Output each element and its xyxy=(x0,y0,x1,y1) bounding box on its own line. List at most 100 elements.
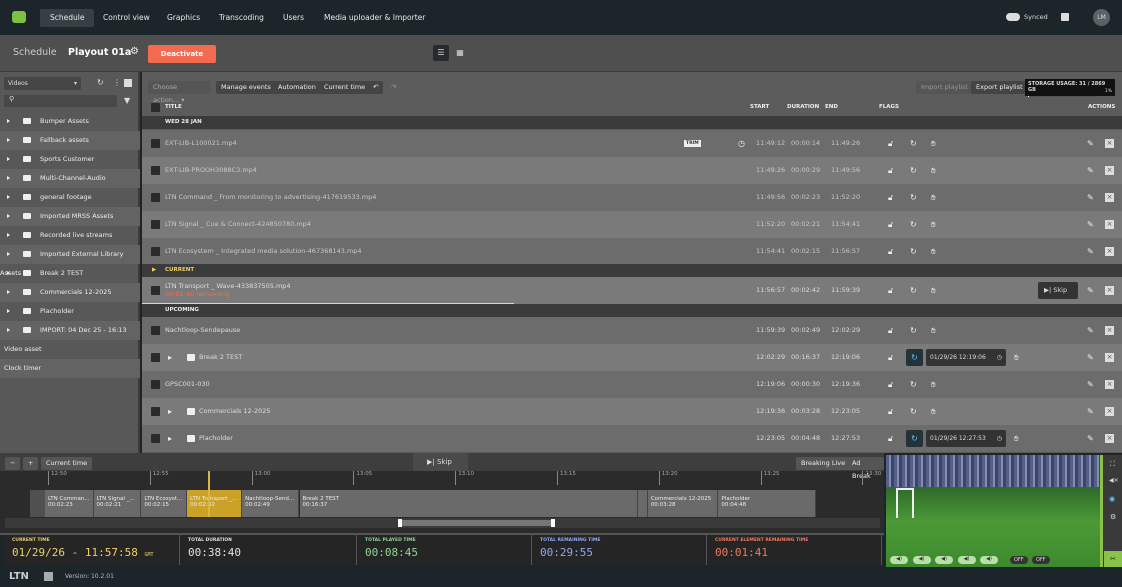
timeline-block[interactable]: Placholder 00:04:48 xyxy=(718,490,817,517)
edit-pencil-icon[interactable]: ✎ xyxy=(1087,130,1094,157)
timeline-block[interactable]: LTN Transport _... 00:02:42 xyxy=(187,490,243,517)
edit-pencil-icon[interactable]: ✎ xyxy=(1087,157,1094,184)
lock-open-icon[interactable]: 🔓︎ xyxy=(888,425,893,452)
timeline-block[interactable]: LTN Signal _... 00:02:21 xyxy=(93,490,142,517)
mute-icon[interactable]: ◀× xyxy=(1109,477,1119,484)
app-logo[interactable] xyxy=(12,11,26,23)
visibility-icon[interactable]: ◉ xyxy=(1109,495,1115,503)
hand-hold-icon[interactable]: ✋︎ xyxy=(931,238,936,265)
edit-pencil-icon[interactable]: ✎ xyxy=(1087,277,1094,304)
edit-pencil-icon[interactable]: ✎ xyxy=(1087,238,1094,265)
sidebar-folder[interactable]: Commercials 12-2025 xyxy=(0,283,140,302)
avatar[interactable]: LM xyxy=(1093,9,1110,26)
automation-button[interactable]: Automation xyxy=(273,81,321,94)
skip-button[interactable]: ▶| Skip xyxy=(1038,282,1078,299)
delete-icon[interactable]: × xyxy=(1105,193,1114,202)
loop-icon[interactable]: ↻ xyxy=(910,398,917,425)
delete-icon[interactable]: × xyxy=(1105,353,1114,362)
schedule-row[interactable]: GPSC001-030 12:19:06 00:00:30 12:19:36 🔓︎… xyxy=(142,371,1122,398)
audio-channel-icon[interactable]: ◀) xyxy=(957,556,976,564)
nav-tab[interactable]: Transcoding xyxy=(209,9,274,27)
deactivate-button[interactable]: Deactivate xyxy=(148,45,216,63)
schedule-row[interactable]: ▸ Break 2 TEST 12:02:29 00:16:37 12:19:06 … xyxy=(142,344,1122,371)
sidebar-folder[interactable]: Imported External Library Assets xyxy=(0,245,140,277)
audio-off-2[interactable]: OFF xyxy=(1032,556,1050,564)
loop-icon[interactable]: ↻ xyxy=(910,371,917,398)
schedule-row[interactable]: ▸ Placholder 12:23:05 00:04:48 12:27:53 🔓︎… xyxy=(142,425,1122,452)
row-checkbox[interactable] xyxy=(151,380,160,389)
loop-icon[interactable]: ↻ xyxy=(906,349,923,366)
scheduled-time-input[interactable]: 01/29/26 12:19:06 ◷ xyxy=(926,349,1006,366)
schedule-row[interactable]: LTN Signal _ Cue & Connect-424850780.mp4… xyxy=(142,211,1122,238)
edit-pencil-icon[interactable]: ✎ xyxy=(1087,398,1094,425)
schedule-row[interactable]: LTN Command _ From monitoring to adverti… xyxy=(142,184,1122,211)
edit-pencil-icon[interactable]: ✎ xyxy=(1087,317,1094,344)
hand-hold-icon[interactable]: ✋︎ xyxy=(1014,425,1019,452)
timeline-block[interactable]: LTN Comman... 00:02:23 xyxy=(45,490,94,517)
loop-icon[interactable]: ↻ xyxy=(910,157,917,184)
schedule-row[interactable]: Nachtloop-Sendepause 11:59:39 00:02:49 12… xyxy=(142,317,1122,344)
zoom-in-button[interactable]: + xyxy=(23,457,39,470)
expand-arrow-icon[interactable]: ▸ xyxy=(168,344,172,371)
grid-view-icon[interactable]: ▦ xyxy=(453,45,467,61)
schedule-row[interactable]: EXT-LIB-L100021.mp4 TRIM ◷ 11:49:12 00:00:1… xyxy=(142,130,1122,157)
sidebar-folder[interactable]: Bumper Assets xyxy=(0,112,140,131)
audio-channel-icon[interactable]: ◀) xyxy=(912,556,931,564)
hand-hold-icon[interactable]: ✋︎ xyxy=(931,317,936,344)
filter-icon[interactable]: ▼ xyxy=(124,96,130,105)
loop-icon[interactable]: ↻ xyxy=(910,317,917,344)
audio-channel-icon[interactable]: ◀) xyxy=(935,556,953,564)
asset-type-dropdown[interactable]: Videos ▾ xyxy=(4,77,81,90)
row-checkbox[interactable] xyxy=(151,326,160,335)
preview-settings-icon[interactable]: ⚙ xyxy=(1110,513,1116,521)
row-checkbox[interactable] xyxy=(151,407,160,416)
timeline-scrollbar[interactable] xyxy=(5,518,880,528)
lock-open-icon[interactable]: 🔓︎ xyxy=(888,344,893,371)
breaking-live-button[interactable]: Breaking Live xyxy=(796,457,851,470)
sidebar-folder[interactable]: Sports Customer xyxy=(0,150,140,169)
edit-pencil-icon[interactable]: ✎ xyxy=(1087,211,1094,238)
lock-open-icon[interactable]: 🔓︎ xyxy=(888,157,893,184)
timeline-block[interactable] xyxy=(637,490,648,517)
sidebar-item[interactable]: Video asset xyxy=(0,340,140,359)
sidebar-folder[interactable]: Imported MRSS Assets xyxy=(0,207,140,226)
schedule-row[interactable]: LTN Transport _ Wave-433837505.mp4 00:01:… xyxy=(142,277,1122,304)
scheduled-time-input[interactable]: 01/29/26 12:27:53 ◷ xyxy=(926,430,1006,447)
settings-gear-icon[interactable]: ⚙ xyxy=(130,46,139,57)
search-input[interactable]: ⚲ xyxy=(4,95,117,107)
sidebar-folder[interactable]: IMPORT: 04 Dec 25 - 16:13 xyxy=(0,321,140,340)
list-view-icon[interactable]: ☰ xyxy=(433,45,449,61)
loop-icon[interactable]: ↻ xyxy=(910,211,917,238)
more-icon[interactable]: ⋮ xyxy=(113,78,121,87)
audio-channel-icon[interactable]: ◀) xyxy=(890,556,908,564)
delete-icon[interactable]: × xyxy=(1105,247,1114,256)
timeline-block[interactable]: Commercials 12-2025 00:03:28 xyxy=(647,490,719,517)
lock-open-icon[interactable]: 🔓︎ xyxy=(888,238,893,265)
lock-open-icon[interactable]: 🔓︎ xyxy=(888,317,893,344)
lock-open-icon[interactable]: 🔓︎ xyxy=(888,277,893,304)
row-checkbox[interactable] xyxy=(151,220,160,229)
select-all-checkbox[interactable] xyxy=(151,103,160,112)
expand-arrow-icon[interactable]: ▸ xyxy=(168,398,172,425)
nav-tab[interactable]: Schedule xyxy=(40,9,95,27)
current-time-button[interactable]: Current time xyxy=(319,81,371,94)
hand-hold-icon[interactable]: ✋︎ xyxy=(931,371,936,398)
redo-icon[interactable]: ↷ xyxy=(386,81,401,94)
sidebar-folder[interactable]: general footage xyxy=(0,188,140,207)
undo-icon[interactable]: ↶ xyxy=(368,81,384,94)
delete-icon[interactable]: × xyxy=(1105,139,1114,148)
nav-tab[interactable]: Graphics xyxy=(157,9,210,27)
delete-icon[interactable]: × xyxy=(1105,380,1114,389)
audio-off-1[interactable]: OFF xyxy=(1010,556,1028,564)
video-preview[interactable]: ◀) ◀) ◀) ◀) ◀) OFF OFF xyxy=(886,455,1100,567)
lock-open-icon[interactable]: 🔓︎ xyxy=(888,184,893,211)
audio-channel-icon[interactable]: ◀) xyxy=(980,556,998,564)
choose-action-dropdown[interactable]: Choose action... ▾ xyxy=(148,81,210,104)
hand-hold-icon[interactable]: ✋︎ xyxy=(931,184,936,211)
timeline-current-time-button[interactable]: Current time xyxy=(41,457,93,470)
nav-tab[interactable]: Media uploader & Importer xyxy=(314,9,435,27)
playhead[interactable] xyxy=(208,471,210,517)
schedule-row[interactable]: ▸ Commercials 12-2025 12:19:36 00:03:28 12… xyxy=(142,398,1122,425)
loop-icon[interactable]: ↻ xyxy=(910,184,917,211)
row-checkbox[interactable] xyxy=(151,166,160,175)
